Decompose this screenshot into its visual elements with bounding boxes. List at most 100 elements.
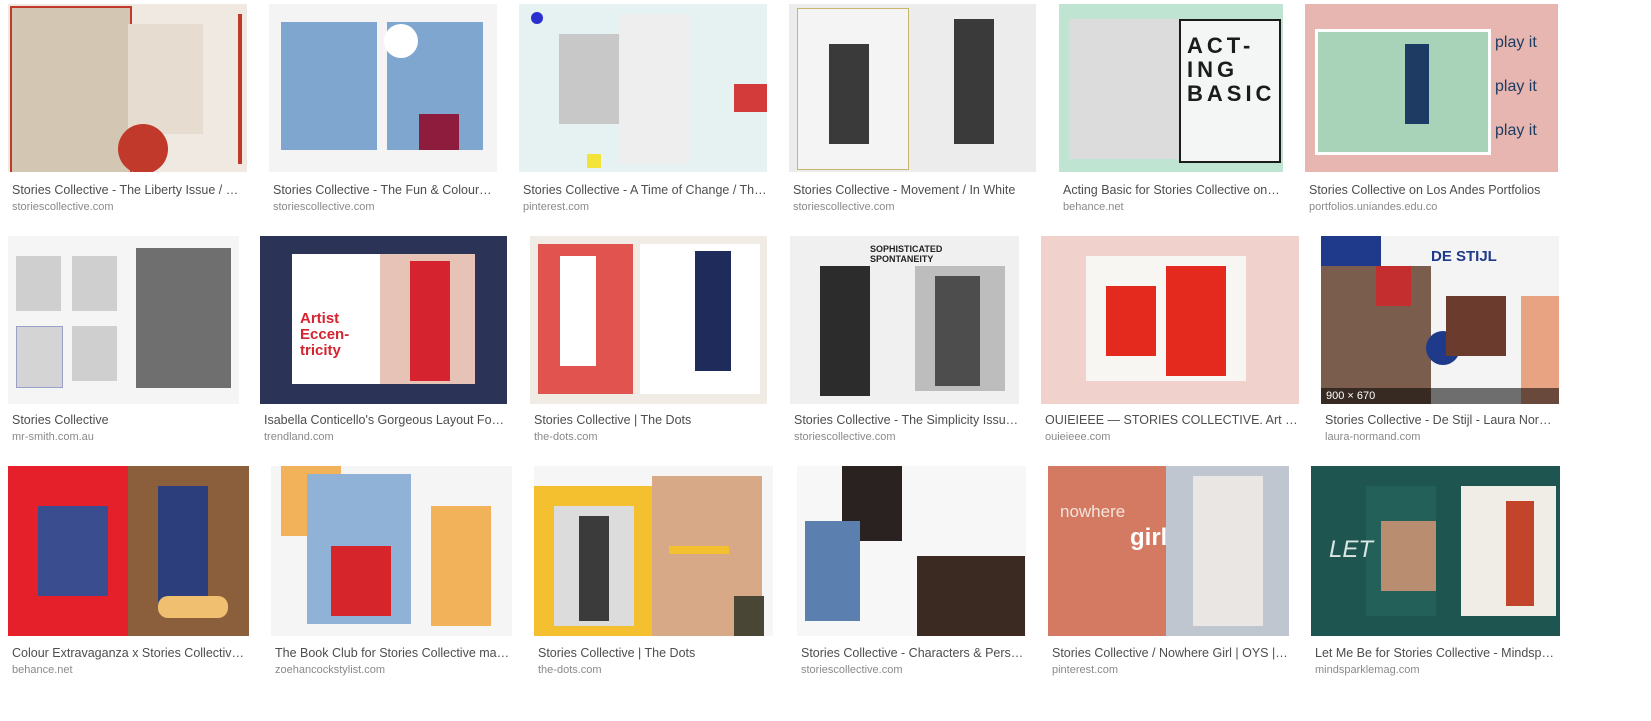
image-result-card[interactable]: nowhere girl Stories Collective / Nowhere … (1048, 466, 1289, 681)
image-result-card[interactable]: OUIEIEEE — STORIES COLLECTIVE. Art S… oui… (1041, 236, 1299, 451)
image-result-card[interactable]: The Book Club for Stories Collective mag… (271, 466, 512, 681)
image-result-card[interactable]: Stories Collective - The Liberty Issue /… (8, 4, 247, 219)
result-title-link[interactable]: Isabella Conticello's Gorgeous Layout Fo… (264, 413, 507, 427)
image-thumbnail[interactable] (530, 236, 767, 404)
headline-text: ACT- ING BASIC (1187, 33, 1276, 106)
image-result-card[interactable]: ACT- ING BASIC Acting Basic for Stories C… (1059, 4, 1283, 219)
result-source-domain: mindsparklemag.com (1315, 664, 1420, 676)
figure (954, 19, 994, 144)
sand-shape (158, 596, 228, 618)
accent-bar (238, 14, 242, 164)
result-source-domain: ouieieee.com (1045, 431, 1111, 443)
image-result-card[interactable]: Stories Collective - Characters & Perso…… (797, 466, 1026, 681)
photo-panel (1381, 521, 1436, 591)
image-thumbnail[interactable]: Artist Eccen- tricity (260, 236, 507, 404)
image-thumbnail[interactable] (534, 466, 773, 636)
result-title-link[interactable]: Stories Collective - A Time of Change / … (523, 183, 767, 197)
photo-panel (917, 556, 1025, 636)
result-source-domain: the-dots.com (534, 431, 598, 443)
image-thumbnail[interactable] (8, 236, 239, 404)
accent-stripe (669, 546, 729, 554)
result-source-domain: the-dots.com (538, 664, 602, 676)
result-title-link[interactable]: The Book Club for Stories Collective mag… (275, 646, 512, 660)
image-thumbnail[interactable] (519, 4, 767, 172)
result-title-link[interactable]: Stories Collective - The Simplicity Issu… (794, 413, 1019, 427)
figure (331, 546, 391, 616)
result-source-domain: pinterest.com (523, 201, 590, 213)
court-panel (1315, 29, 1491, 155)
image-result-card[interactable]: SOPHISTICATED SPONTANEITY Stories Collect… (790, 236, 1019, 451)
result-title-link[interactable]: Stories Collective - Movement / In White (793, 183, 1036, 197)
headline-text: nowhere (1060, 502, 1126, 521)
result-source-domain: storiescollective.com (12, 201, 114, 213)
result-title-link[interactable]: Stories Collective - The Fun & Colours I… (273, 183, 497, 197)
image-result-card[interactable]: play it play it play it Stories Collective … (1305, 4, 1558, 219)
portrait-panel (136, 248, 231, 388)
image-thumbnail[interactable] (789, 4, 1036, 172)
result-source-domain: storiescollective.com (793, 201, 895, 213)
result-title-link[interactable]: Stories Collective (12, 413, 239, 427)
image-thumbnail[interactable] (8, 466, 249, 636)
image-result-card[interactable]: Stories Collective | The Dots the-dots.co… (534, 466, 773, 681)
image-thumbnail[interactable]: nowhere girl (1048, 466, 1289, 636)
image-thumbnail[interactable] (271, 466, 512, 636)
result-title-link[interactable]: Stories Collective / Nowhere Girl | OYS … (1052, 646, 1289, 660)
result-title-link[interactable]: Let Me Be for Stories Collective - Minds… (1315, 646, 1560, 660)
image-result-card[interactable]: Stories Collective | The Dots the-dots.co… (530, 236, 767, 451)
cloud-shape (384, 24, 418, 58)
result-source-domain: trendland.com (264, 431, 334, 443)
figure (1506, 501, 1534, 606)
photo-panel (72, 256, 117, 311)
result-source-domain: portfolios.uniandes.edu.co (1309, 201, 1438, 213)
image-thumbnail[interactable]: DE STIJL 900 × 670 (1321, 236, 1559, 404)
image-thumbnail[interactable] (269, 4, 497, 172)
photo-panel (619, 14, 689, 164)
photo-panel (16, 256, 61, 311)
result-title-link[interactable]: Stories Collective | The Dots (534, 413, 767, 427)
image-result-card[interactable]: LET Let Me Be for Stories Collective - Mi… (1311, 466, 1560, 681)
image-result-card[interactable]: DE STIJL 900 × 670 Stories Collective - De… (1321, 236, 1559, 451)
results-row: Stories Collective mr-smith.com.au Artist … (0, 236, 1651, 466)
image-dimensions-badge: 900 × 670 (1321, 388, 1559, 404)
figure (829, 44, 869, 144)
image-result-card[interactable]: Stories Collective mr-smith.com.au (8, 236, 239, 451)
headline-text: play it (1495, 34, 1537, 51)
figure (579, 516, 609, 621)
headline-text: LET (1329, 536, 1374, 563)
result-title-link[interactable]: Stories Collective - De Stijl - Laura No… (1325, 413, 1559, 427)
result-source-domain: zoehancockstylist.com (275, 664, 386, 676)
photo-panel (16, 326, 63, 388)
dark-block (734, 596, 764, 636)
result-title-link[interactable]: Stories Collective - Characters & Perso… (801, 646, 1026, 660)
figure (820, 266, 870, 396)
image-thumbnail[interactable] (1041, 236, 1299, 404)
image-thumbnail[interactable]: LET (1311, 466, 1560, 636)
image-thumbnail[interactable]: SOPHISTICATED SPONTANEITY (790, 236, 1019, 404)
image-result-card[interactable]: Colour Extravaganza x Stories Collective… (8, 466, 249, 681)
accent-block (419, 114, 459, 150)
accent-block (431, 506, 491, 626)
result-title-link[interactable]: Stories Collective | The Dots (538, 646, 773, 660)
headline-text: DE STIJL (1431, 248, 1497, 265)
photo-panel (281, 22, 377, 150)
image-thumbnail[interactable]: ACT- ING BASIC (1059, 4, 1283, 172)
figure (935, 276, 980, 386)
image-result-card[interactable]: Artist Eccen- tricity Isabella Conticello… (260, 236, 507, 451)
result-title-link[interactable]: Acting Basic for Stories Collective on B… (1063, 183, 1283, 197)
image-thumbnail[interactable]: play it play it play it (1305, 4, 1558, 172)
image-result-card[interactable]: Stories Collective - The Fun & Colours I… (269, 4, 497, 219)
result-title-link[interactable]: Stories Collective - The Liberty Issue /… (12, 183, 247, 197)
result-title-link[interactable]: Stories Collective on Los Andes Portfoli… (1309, 183, 1558, 197)
result-title-link[interactable]: OUIEIEEE — STORIES COLLECTIVE. Art S… (1045, 413, 1299, 427)
image-result-card[interactable]: Stories Collective - A Time of Change / … (519, 4, 767, 219)
accent-block (1376, 266, 1411, 306)
image-thumbnail[interactable] (797, 466, 1026, 636)
text-panel (1048, 470, 1168, 636)
image-result-card[interactable]: Stories Collective - Movement / In White… (789, 4, 1036, 219)
result-title-link[interactable]: Colour Extravaganza x Stories Collective… (12, 646, 249, 660)
headline-text: Artist Eccen- tricity (300, 310, 350, 359)
image-thumbnail[interactable] (8, 4, 247, 172)
result-source-domain: storiescollective.com (273, 201, 375, 213)
figure (158, 486, 208, 606)
brown-block (1446, 296, 1506, 356)
